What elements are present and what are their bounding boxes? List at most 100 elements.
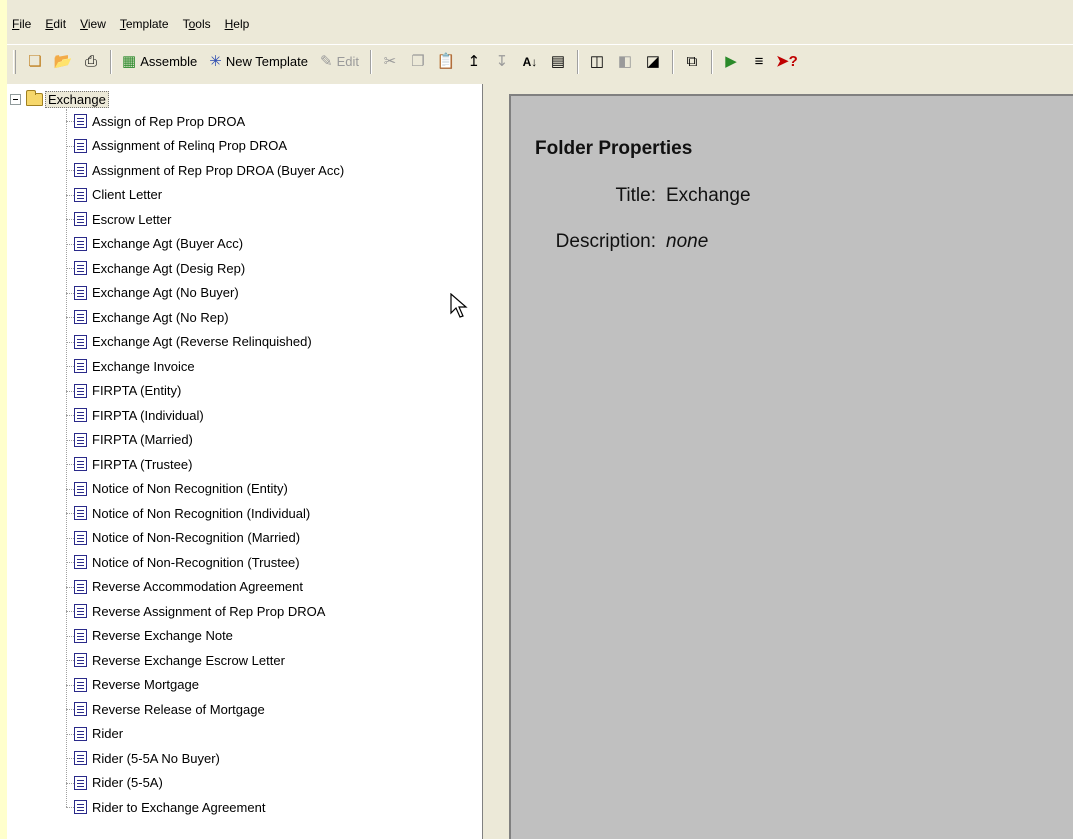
tree-item[interactable]: Reverse Mortgage [7,673,344,698]
tree-item[interactable]: Notice of Non Recognition (Entity) [7,477,344,502]
tree-item-label: Reverse Accommodation Agreement [92,579,303,595]
tree-item[interactable]: Assignment of Relinq Prop DROA [7,134,344,159]
tree-item[interactable]: Assignment of Rep Prop DROA (Buyer Acc) [7,158,344,183]
collapse-icon[interactable] [10,93,21,105]
tree-item-label: Notice of Non Recognition (Individual) [92,505,311,521]
tree-item[interactable]: Exchange Agt (Buyer Acc) [7,232,344,257]
tree-item[interactable]: Exchange Invoice [7,354,344,379]
tree-item[interactable]: Assign of Rep Prop DROA [7,109,344,134]
edit-button[interactable]: ✎ Edit [316,50,363,74]
tree-item[interactable]: FIRPTA (Trustee) [7,452,344,477]
move-down-button[interactable]: ↧ [490,50,514,74]
link-button[interactable]: ◧ [613,50,637,74]
tree-item[interactable]: Escrow Letter [7,207,344,232]
tree-item-label: Rider (5-5A) [92,775,163,791]
tree-item[interactable]: Exchange Agt (Reverse Relinquished) [7,330,344,355]
description-row: Description: none [511,231,709,253]
tree-item[interactable]: Reverse Exchange Escrow Letter [7,648,344,673]
tree-item-label: Notice of Non-Recognition (Married) [92,530,301,546]
new-folder-button[interactable]: ❏ [23,50,47,74]
document-icon [74,506,87,521]
document-icon [74,628,87,643]
tree-item[interactable]: Notice of Non Recognition (Individual) [7,501,344,526]
title-label: Title: [615,185,656,206]
tree-root-folder[interactable]: Exchange [7,89,109,109]
import-button[interactable]: ◫ [585,50,609,74]
menu-view[interactable]: View [80,17,106,31]
app-window: File Edit View Template Tools Help ❏ 📂 ⎙ ▦ Ass… [7,0,1073,839]
tree-item-label: FIRPTA (Individual) [92,407,204,423]
tree-connector [66,243,74,245]
copy-button[interactable]: ❐ [406,50,430,74]
tree-item-label: FIRPTA (Trustee) [92,456,193,472]
new-template-button[interactable]: ✳ New Template [205,50,312,74]
menu-help[interactable]: Help [225,17,250,31]
tree-connector [66,464,74,465]
document-icon [74,579,87,594]
cut-button[interactable]: ✂ [378,50,402,74]
tree-item-label: Rider to Exchange Agreement [92,799,266,815]
tree-item[interactable]: Rider [7,722,344,747]
document-icon [74,653,87,668]
filter-button[interactable]: ≡ [747,50,771,74]
tree-item[interactable]: Rider (5-5A) [7,771,344,796]
run-button[interactable]: ▶ [719,50,743,74]
paste-button[interactable]: 📋 [434,50,458,74]
tree-connector [66,660,74,661]
menu-tools[interactable]: Tools [183,17,211,31]
tree-connector [66,513,74,514]
paste-icon: 📋 [436,53,456,70]
tree-item[interactable]: Client Letter [7,183,344,208]
tree-item[interactable]: Rider (5-5A No Buyer) [7,746,344,771]
properties-button[interactable]: ▤ [546,50,570,74]
menu-bar: File Edit View Template Tools Help [7,0,1073,38]
tree-item[interactable]: FIRPTA (Entity) [7,379,344,404]
move-up-button[interactable]: ↥ [462,50,486,74]
tree-connector [66,586,74,588]
assemble-button[interactable]: ▦ Assemble [118,50,201,74]
tree-item[interactable]: Reverse Release of Mortgage [7,697,344,722]
tree-item[interactable]: Exchange Agt (No Buyer) [7,281,344,306]
tree-item-label: Exchange Agt (No Rep) [92,309,229,325]
tree-item[interactable]: FIRPTA (Individual) [7,403,344,428]
template-tree[interactable]: Exchange Assign of Rep Prop DROA Assignme… [7,84,483,839]
document-icon [74,408,87,423]
edit-icon: ✎ [319,53,333,70]
sort-button[interactable]: A↓ [518,50,542,74]
tree-item[interactable]: FIRPTA (Married) [7,428,344,453]
document-icon [74,261,87,276]
tree-item[interactable]: Exchange Agt (Desig Rep) [7,256,344,281]
toolbar-separator [710,49,713,74]
tree-item[interactable]: Reverse Assignment of Rep Prop DROA [7,599,344,624]
tree-root-label: Exchange [45,90,109,108]
run-icon: ▶ [725,53,737,70]
menu-edit[interactable]: Edit [45,17,66,31]
tree-item[interactable]: Reverse Exchange Note [7,624,344,649]
tree-item[interactable]: Exchange Agt (No Rep) [7,305,344,330]
tree-item[interactable]: Reverse Accommodation Agreement [7,575,344,600]
document-icon [74,359,87,374]
export-button[interactable]: ◪ [641,50,665,74]
toolbar-separator [576,49,579,74]
tree-connector [66,317,74,318]
tree-item-label: Escrow Letter [92,211,172,227]
tree-item[interactable]: Notice of Non-Recognition (Married) [7,526,344,551]
tree-item[interactable]: Notice of Non-Recognition (Trustee) [7,550,344,575]
properties-icon: ▤ [550,53,566,70]
document-icon [74,457,87,472]
menu-file[interactable]: File [12,17,31,31]
tree-connector [66,170,74,171]
toolbar-grip[interactable] [13,49,16,74]
help-button[interactable]: ➤? [775,50,799,74]
tree-item-label: Client Letter [92,187,163,203]
toolbar: ❏ 📂 ⎙ ▦ Assemble ✳ New Template ✎ Edit ✂ ❐ … [7,44,1073,78]
tree-item-label: Assignment of Rep Prop DROA (Buyer Acc) [92,162,345,178]
print-button[interactable]: ⎙ [79,50,103,74]
folder-properties-view: Folder Properties Title: Exchange Descrip… [509,94,1073,839]
assemble-label: Assemble [140,54,198,69]
menu-template[interactable]: Template [120,17,169,31]
tree-item[interactable]: Rider to Exchange Agreement [7,795,344,820]
filter-icon: ≡ [754,53,764,70]
duplicate-button[interactable]: ⧉ [680,50,704,74]
open-button[interactable]: 📂 [51,50,75,74]
